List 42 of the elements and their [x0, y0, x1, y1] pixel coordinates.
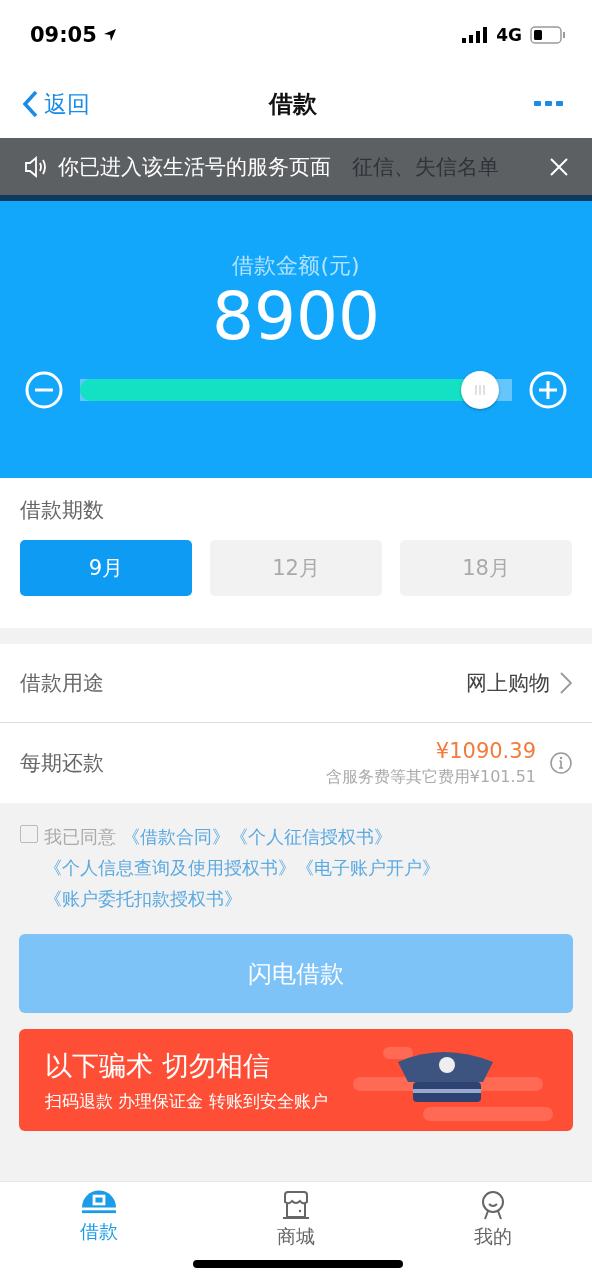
agreement-text: 我已同意 《借款合同》《个人征信授权书》 《个人信息查询及使用授权书》《电子账户开户》 《账户委托扣款授权书》: [44, 825, 441, 911]
status-time: 09:05: [30, 23, 97, 47]
agreement-link[interactable]: 《账户委托扣款授权书》: [44, 888, 242, 909]
amount-value: 8900: [212, 281, 380, 354]
term-option[interactable]: 18月: [400, 540, 572, 596]
warning-subtitle: 扫码退款 办理保证金 转账到安全账户: [45, 1089, 329, 1113]
back-link[interactable]: 返回: [22, 88, 90, 120]
term-option[interactable]: 9月: [20, 540, 192, 596]
repayment-label: 每期还款: [20, 750, 104, 777]
purpose-label: 借款用途: [20, 670, 104, 697]
signal-icon: [462, 27, 489, 43]
battery-icon: [530, 26, 566, 44]
warning-title: 以下骗术 切勿相信: [45, 1048, 271, 1083]
info-icon[interactable]: [550, 752, 572, 774]
location-arrow-icon: [102, 28, 117, 42]
dome-icon: [81, 1190, 116, 1215]
purpose-value[interactable]: 网上购物: [466, 669, 572, 697]
agree-checkbox[interactable]: [20, 825, 38, 843]
network-label: 4G: [496, 25, 522, 45]
toast-message: 你已进入该生活号的服务页面: [58, 153, 331, 181]
chevron-left-icon: [22, 90, 38, 118]
speaker-icon: [24, 155, 48, 178]
page-title: 借款: [269, 89, 317, 120]
store-icon: [281, 1190, 311, 1220]
tab-item[interactable]: 我的: [394, 1182, 592, 1252]
minus-button[interactable]: [24, 369, 64, 410]
agreement-link[interactable]: 《个人信息查询及使用授权书》: [44, 857, 296, 878]
plus-button[interactable]: [528, 369, 568, 410]
slider-thumb[interactable]: [461, 370, 500, 409]
tab-item[interactable]: 商城: [197, 1182, 395, 1252]
agreement-link[interactable]: 《借款合同》: [121, 826, 230, 847]
term-label: 借款期数: [20, 498, 104, 522]
term-option[interactable]: 12月: [210, 540, 382, 596]
repayment-amount: ¥1090.39: [435, 738, 536, 763]
tab-item[interactable]: 借款: [0, 1182, 198, 1252]
amount-label: 借款金额(元): [232, 252, 360, 280]
agreement-link[interactable]: 《电子账户开户》: [296, 857, 440, 878]
chevron-right-icon: [560, 672, 572, 694]
fee-note: 含服务费等其它费用¥101.51: [325, 766, 536, 788]
warning-banner[interactable]: 以下骗术 切勿相信 扫码退款 办理保证金 转账到安全账户: [19, 1029, 573, 1131]
more-icon[interactable]: [534, 101, 564, 107]
agreement-link[interactable]: 《个人征信授权书》: [229, 826, 392, 847]
